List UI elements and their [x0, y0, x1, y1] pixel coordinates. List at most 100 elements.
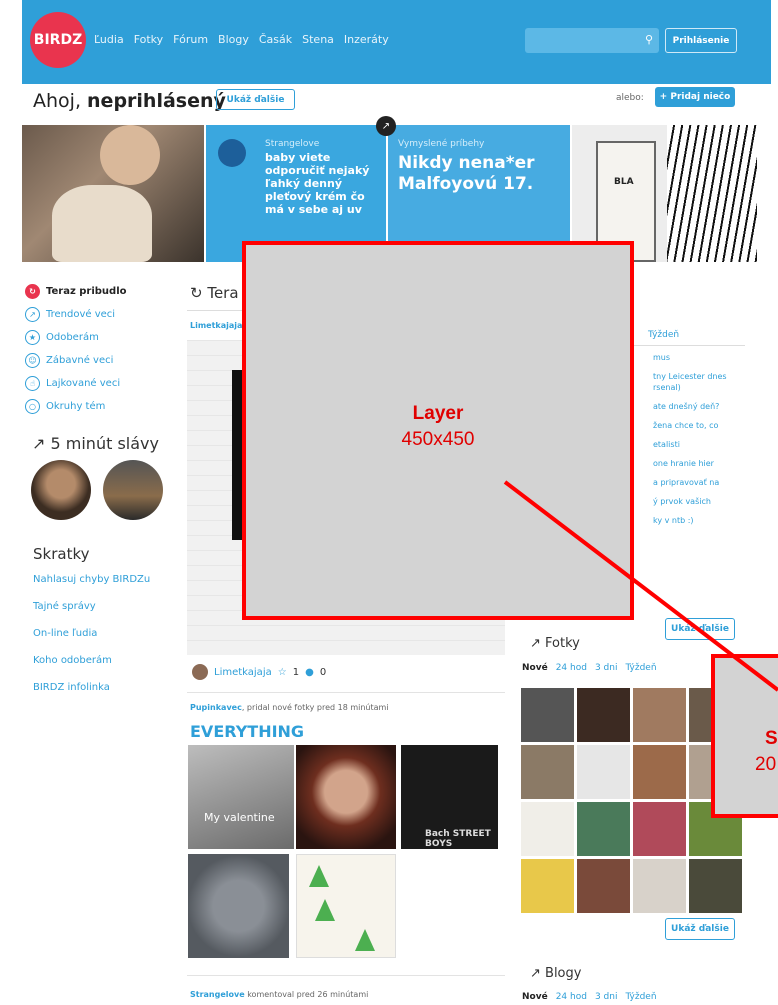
sidebar-item-lajkovane[interactable]: ☝ Lajkované veci: [25, 372, 165, 395]
nav-inzeraty[interactable]: Inzeráty: [344, 33, 389, 46]
comment-icon[interactable]: ●: [305, 667, 314, 678]
gallery-photo[interactable]: [296, 854, 396, 958]
sidebar-item-zabavne[interactable]: ☺ Zábavné veci: [25, 349, 165, 372]
photo-thumb[interactable]: [521, 859, 574, 913]
search-icon[interactable]: ⚲: [645, 33, 653, 46]
shortcut-secret-messages[interactable]: Tajné správy: [33, 599, 150, 626]
shortcut-infoline[interactable]: BIRDZ infolinka: [33, 680, 150, 707]
shortcut-online-people[interactable]: On-line ľudia: [33, 626, 150, 653]
topic-link[interactable]: tny Leicester dnes rsenal): [653, 371, 745, 393]
photo-thumb[interactable]: [633, 859, 686, 913]
show-more-button[interactable]: Ukáž ďalšie: [216, 89, 295, 110]
sidebar-item-teraz-pribudlo[interactable]: ↻ Teraz pribudlo: [25, 280, 165, 303]
photos-title: ↗ Fotky: [530, 636, 580, 651]
tile-category: Vymyslené príbehy: [398, 139, 485, 149]
secondary-size: 20: [755, 754, 777, 775]
post-header: Pupinkavec, pridal nové fotky pred 18 mi…: [190, 703, 389, 712]
circle-icon: ○: [25, 399, 40, 414]
tab-new[interactable]: Nové: [522, 992, 548, 1002]
sidebar-item-label: Zábavné veci: [46, 355, 114, 366]
nav-ludia[interactable]: Ľudia: [94, 33, 124, 46]
tab-week[interactable]: Týždeň: [625, 992, 656, 1002]
gallery-photo[interactable]: [188, 854, 289, 958]
post-author-link[interactable]: Limetkajaja: [190, 321, 242, 330]
gallery-photo[interactable]: My valentine: [188, 745, 294, 849]
photo-thumb[interactable]: [633, 745, 686, 799]
topic-link[interactable]: ate dnešný deň?: [653, 401, 745, 412]
tile-text: Nikdy nena*er Malfoyovú 17.: [398, 153, 535, 194]
layer-placeholder: Layer 450x450: [242, 241, 634, 620]
nav-blogy[interactable]: Blogy: [218, 33, 249, 46]
featured-photo-tile[interactable]: [22, 125, 204, 262]
tab-week[interactable]: Týždeň: [625, 663, 656, 673]
blogs-title: ↗ Blogy: [530, 966, 581, 981]
star-count: 1: [292, 666, 300, 678]
comment-count: 0: [319, 666, 327, 678]
sidebar-item-odoberam[interactable]: ★ Odoberám: [25, 326, 165, 349]
logo[interactable]: BIRDZ: [30, 12, 86, 68]
tab-3days[interactable]: 3 dni: [595, 992, 618, 1002]
tab-new[interactable]: Nové: [522, 663, 548, 673]
post-title[interactable]: EVERYTHING: [190, 722, 304, 741]
tab-24h[interactable]: 24 hod: [556, 992, 587, 1002]
post-author-link[interactable]: Strangelove: [190, 990, 245, 999]
topic-link[interactable]: etalisti: [653, 439, 745, 450]
photo-thumb[interactable]: [633, 802, 686, 856]
topic-link[interactable]: a pripravovať na: [653, 477, 745, 488]
nav-stena[interactable]: Stena: [302, 33, 334, 46]
photo-thumb[interactable]: [577, 859, 630, 913]
main-nav: Ľudia Fotky Fórum Blogy Časák Stena Inze…: [94, 33, 389, 46]
tab-3days[interactable]: 3 dni: [595, 663, 618, 673]
topic-link[interactable]: one hranie hier: [653, 458, 745, 469]
gallery-photo[interactable]: Bach STREET BOYS: [401, 745, 498, 849]
photos-title-text: Fotky: [545, 636, 580, 651]
door-text: BLA: [614, 177, 634, 187]
topics-list: mus tny Leicester dnes rsenal) ate dnešn…: [653, 352, 745, 534]
photo-thumb[interactable]: [521, 802, 574, 856]
feed-heading: ↻ Tera: [190, 284, 239, 302]
star-icon[interactable]: ☆: [278, 667, 287, 678]
photo-thumb[interactable]: [577, 688, 630, 742]
greeting-name: neprihlásený: [87, 90, 226, 112]
topic-link[interactable]: žena chce to, co: [653, 420, 745, 431]
topic-link[interactable]: ky v ntb :): [653, 515, 745, 526]
sidebar-item-okruhy[interactable]: ○ Okruhy tém: [25, 395, 165, 418]
smile-icon: ☺: [25, 353, 40, 368]
trend-icon: ↗: [376, 116, 396, 136]
shortcuts-title: Skratky: [33, 545, 90, 563]
greeting: Ahoj, neprihlásený: [33, 90, 226, 112]
photo-thumb[interactable]: [577, 745, 630, 799]
photos-tabs: Nové 24 hod 3 dni Týždeň: [522, 663, 657, 673]
photo-thumb[interactable]: [521, 688, 574, 742]
nav-fotky[interactable]: Fotky: [134, 33, 163, 46]
shortcut-report-bugs[interactable]: Nahlasuj chyby BIRDZu: [33, 572, 150, 599]
avatar[interactable]: [192, 664, 208, 680]
post-action-text: , pridal nové fotky pred 18 minútami: [241, 703, 389, 712]
tree-shape: [355, 929, 375, 951]
photo-thumb[interactable]: [689, 859, 742, 913]
sidebar-item-trendove[interactable]: ↗ Trendové veci: [25, 303, 165, 326]
show-more-button[interactable]: Ukáž ďalšie: [665, 918, 735, 940]
nav-forum[interactable]: Fórum: [173, 33, 208, 46]
post-meta-author[interactable]: Limetkajaja: [214, 667, 272, 678]
show-more-button[interactable]: Ukáž ďalšie: [665, 618, 735, 640]
refresh-icon: ↻: [25, 284, 40, 299]
tab-week[interactable]: Týždeň: [648, 330, 679, 340]
search-input[interactable]: ⚲: [525, 28, 659, 53]
login-button[interactable]: Prihlásenie: [665, 28, 737, 53]
avatar[interactable]: [31, 460, 91, 520]
topic-link[interactable]: ý prvok vašich: [653, 496, 745, 507]
add-something-button[interactable]: + Pridaj niečo: [655, 87, 735, 107]
feed-heading-text: Tera: [207, 284, 239, 302]
post-author-link[interactable]: Pupinkavec: [190, 703, 242, 712]
photo-thumb[interactable]: [577, 802, 630, 856]
sidebar: ↻ Teraz pribudlo ↗ Trendové veci ★ Odobe…: [25, 280, 165, 418]
tab-24h[interactable]: 24 hod: [556, 663, 587, 673]
photo-thumb[interactable]: [633, 688, 686, 742]
gallery-photo[interactable]: [296, 745, 396, 849]
nav-casak[interactable]: Časák: [259, 33, 292, 46]
topic-link[interactable]: mus: [653, 352, 745, 363]
shortcut-following[interactable]: Koho odoberám: [33, 653, 150, 680]
avatar[interactable]: [103, 460, 163, 520]
photo-thumb[interactable]: [521, 745, 574, 799]
